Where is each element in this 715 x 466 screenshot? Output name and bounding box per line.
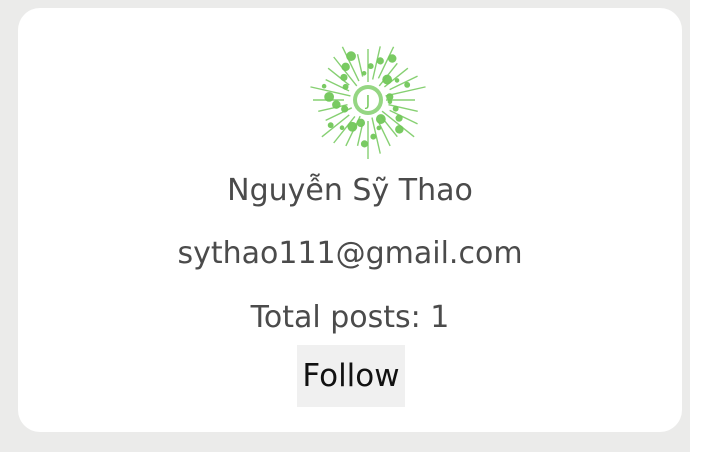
profile-email: sythao111@gmail.com — [177, 236, 523, 271]
profile-total-posts: Total posts: 1 — [250, 300, 450, 335]
profile-card: J Nguyễn Sỹ Thao sythao111@gmail.com Tot… — [18, 8, 682, 432]
profile-name: Nguyễn Sỹ Thao — [227, 173, 473, 208]
follow-button[interactable]: Follow — [297, 345, 405, 407]
avatar-letter: J — [365, 92, 370, 110]
starburst-avatar-icon: J — [310, 46, 426, 159]
avatar: J — [306, 38, 430, 162]
